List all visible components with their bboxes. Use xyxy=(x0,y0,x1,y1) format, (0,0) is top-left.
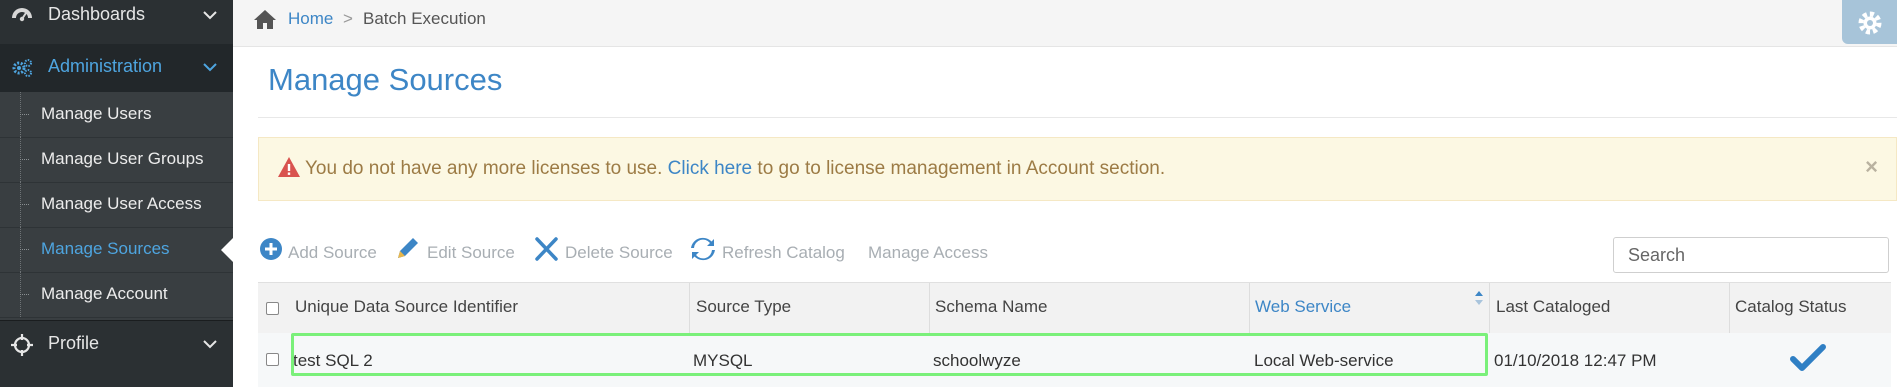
add-source-button[interactable]: Add Source xyxy=(258,236,378,268)
search-input[interactable] xyxy=(1613,237,1889,273)
column-header[interactable]: Last Cataloged xyxy=(1496,297,1610,317)
add-source-label: Add Source xyxy=(288,243,377,262)
cross-icon xyxy=(535,237,558,261)
row-highlight xyxy=(291,333,1488,376)
column-header[interactable]: Catalog Status xyxy=(1735,297,1847,317)
home-icon[interactable] xyxy=(253,8,277,30)
edit-source-button[interactable]: Edit Source xyxy=(394,236,519,268)
sidebar-item-label: Manage Sources xyxy=(41,239,170,258)
active-indicator xyxy=(221,238,233,262)
sidebar-item-manage-user-groups[interactable]: Manage User Groups xyxy=(0,137,233,183)
crosshair-icon xyxy=(11,334,33,356)
gears-icon xyxy=(12,59,32,77)
chevron-down-icon xyxy=(203,340,217,349)
chevron-down-icon xyxy=(203,11,217,20)
column-header[interactable]: Unique Data Source Identifier xyxy=(295,297,518,317)
dashboard-icon xyxy=(12,8,32,22)
nav-dashboards[interactable]: Dashboards xyxy=(0,0,233,40)
delete-source-label: Delete Source xyxy=(565,243,673,262)
sidebar-item-label: Manage User Access xyxy=(41,194,202,213)
page-title: Manage Sources xyxy=(268,62,503,97)
breadcrumb-bar: Home > Batch Execution xyxy=(233,0,1897,47)
license-link[interactable]: Click here xyxy=(668,158,752,179)
refresh-icon xyxy=(691,237,715,261)
breadcrumb-current: Batch Execution xyxy=(363,9,486,28)
cell-last-cataloged: 01/10/2018 12:47 PM xyxy=(1494,351,1657,370)
sidebar-item-manage-sources[interactable]: Manage Sources xyxy=(0,227,233,273)
refresh-catalog-button[interactable]: Refresh Catalog xyxy=(690,236,845,268)
sort-icon[interactable] xyxy=(1474,290,1484,306)
nav-profile-label: Profile xyxy=(48,333,100,353)
add-circle-icon xyxy=(260,238,282,260)
checkmark-icon xyxy=(1790,344,1826,371)
edit-source-label: Edit Source xyxy=(427,243,515,262)
manage-access-button[interactable]: Manage Access xyxy=(868,236,988,268)
nav-administration[interactable]: Administration xyxy=(0,44,233,93)
alert-text: to go to license management in Account s… xyxy=(757,158,1166,179)
close-icon[interactable]: × xyxy=(1865,154,1878,180)
nav-dashboards-label: Dashboards xyxy=(48,4,146,24)
column-header[interactable]: Source Type xyxy=(696,297,791,317)
sidebar-item-label: Manage Users xyxy=(41,104,152,123)
license-alert: You do not have any more licenses to use… xyxy=(258,137,1897,201)
title-divider xyxy=(258,117,1897,118)
breadcrumb-separator: > xyxy=(343,9,353,28)
sidebar-item-manage-users[interactable]: Manage Users xyxy=(0,92,233,138)
select-all-checkbox[interactable] xyxy=(266,302,279,315)
administration-submenu: Manage Users Manage User Groups Manage U… xyxy=(0,92,233,320)
breadcrumb-home[interactable]: Home xyxy=(288,9,333,29)
column-header[interactable]: Schema Name xyxy=(935,297,1047,317)
sidebar-item-label: Manage User Groups xyxy=(41,149,204,168)
column-header-sorted[interactable]: Web Service xyxy=(1255,297,1351,317)
alert-text: You do not have any more licenses to use… xyxy=(305,158,663,179)
gear-icon xyxy=(1858,11,1882,35)
nav-profile[interactable]: Profile xyxy=(0,320,233,369)
manage-access-label: Manage Access xyxy=(868,243,989,262)
warning-icon xyxy=(278,157,300,177)
refresh-catalog-label: Refresh Catalog xyxy=(722,243,845,262)
nav-administration-label: Administration xyxy=(48,56,163,76)
sidebar-item-manage-user-access[interactable]: Manage User Access xyxy=(0,182,233,228)
table-header: Unique Data Source Identifier Source Typ… xyxy=(258,282,1891,334)
sidebar-item-label: Manage Account xyxy=(41,284,168,303)
settings-button[interactable] xyxy=(1842,0,1897,44)
row-checkbox[interactable] xyxy=(266,353,279,366)
sidebar: Dashboards Administration Manage Users M… xyxy=(0,0,233,387)
pencil-icon xyxy=(398,238,418,258)
delete-source-button[interactable]: Delete Source xyxy=(533,236,673,268)
chevron-down-icon xyxy=(203,63,217,72)
sidebar-item-manage-account[interactable]: Manage Account xyxy=(0,272,233,318)
